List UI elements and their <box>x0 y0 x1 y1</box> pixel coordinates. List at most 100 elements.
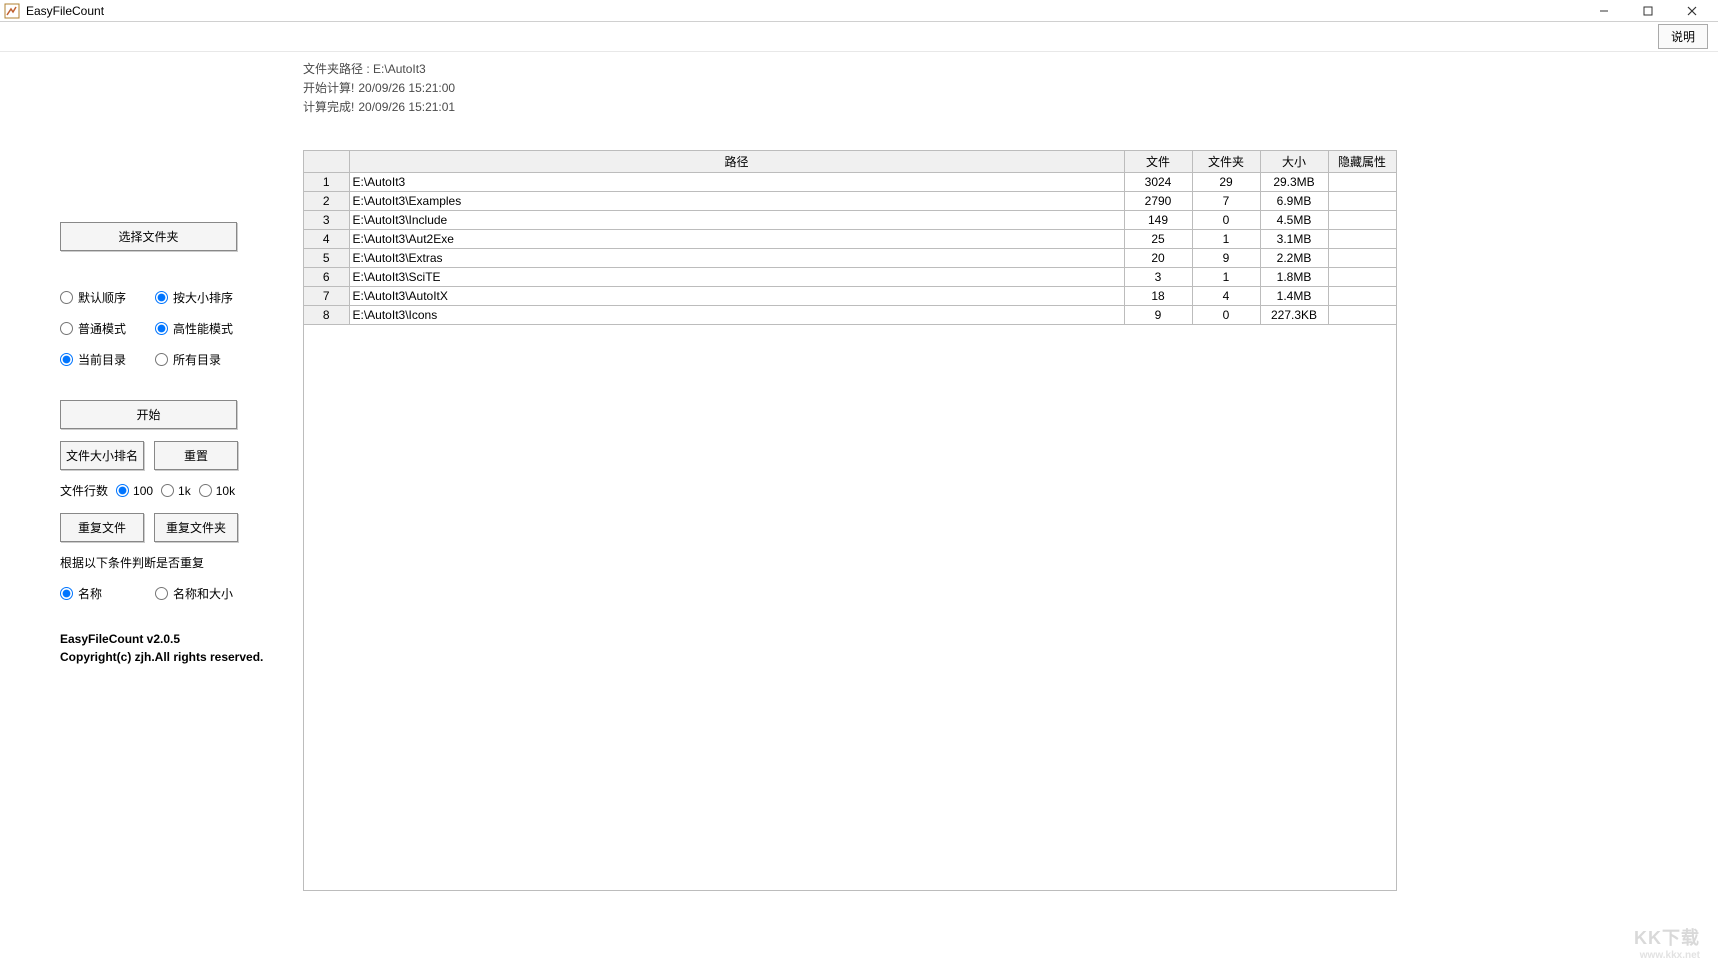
table-row[interactable]: 3E:\AutoIt3\Include14904.5MB <box>304 210 1396 229</box>
minimize-button[interactable] <box>1582 0 1626 22</box>
version-text: EasyFileCount v2.0.5 <box>60 630 279 648</box>
cell-folders: 29 <box>1192 172 1260 191</box>
dup-folder-button[interactable]: 重复文件夹 <box>154 513 238 542</box>
radio-lines-10k[interactable]: 10k <box>199 484 235 498</box>
cell-folders: 0 <box>1192 210 1260 229</box>
calc-start-label: 开始计算! <box>303 81 354 95</box>
cell-size: 29.3MB <box>1260 172 1328 191</box>
radio-high-perf-mode[interactable]: 高性能模式 <box>155 320 250 337</box>
app-icon <box>4 3 20 19</box>
row-number: 7 <box>304 286 349 305</box>
cell-size: 2.2MB <box>1260 248 1328 267</box>
row-number: 1 <box>304 172 349 191</box>
cell-path: E:\AutoIt3 <box>349 172 1124 191</box>
radio-normal-mode-label: 普通模式 <box>78 320 126 337</box>
radio-high-perf-mode-label: 高性能模式 <box>173 320 233 337</box>
cell-size: 6.9MB <box>1260 191 1328 210</box>
radio-current-dir[interactable]: 当前目录 <box>60 351 155 368</box>
cell-size: 227.3KB <box>1260 305 1328 324</box>
cell-path: E:\AutoIt3\SciTE <box>349 267 1124 286</box>
cell-files: 149 <box>1124 210 1192 229</box>
cell-hidden <box>1328 305 1396 324</box>
start-button[interactable]: 开始 <box>60 400 237 429</box>
help-button[interactable]: 说明 <box>1658 24 1708 49</box>
watermark: KK下载 www.kkx.net <box>1634 924 1700 961</box>
row-number: 4 <box>304 229 349 248</box>
file-size-rank-button[interactable]: 文件大小排名 <box>60 441 144 470</box>
table-row[interactable]: 2E:\AutoIt3\Examples279076.9MB <box>304 191 1396 210</box>
cell-hidden <box>1328 210 1396 229</box>
select-folder-button[interactable]: 选择文件夹 <box>60 222 237 251</box>
cell-size: 1.8MB <box>1260 267 1328 286</box>
cell-files: 20 <box>1124 248 1192 267</box>
cell-folders: 4 <box>1192 286 1260 305</box>
cell-path: E:\AutoIt3\Icons <box>349 305 1124 324</box>
col-header-rownum[interactable] <box>304 151 349 173</box>
watermark-main: KK下载 <box>1634 928 1700 948</box>
cell-folders: 1 <box>1192 229 1260 248</box>
dup-file-button[interactable]: 重复文件 <box>60 513 144 542</box>
table-row[interactable]: 4E:\AutoIt3\Aut2Exe2513.1MB <box>304 229 1396 248</box>
radio-all-dirs-label: 所有目录 <box>173 351 221 368</box>
info-lines: 文件夹路径 : E:\AutoIt3 开始计算!20/09/26 15:21:0… <box>303 60 1710 126</box>
radio-dup-name[interactable]: 名称 <box>60 585 155 602</box>
folder-path-value: E:\AutoIt3 <box>373 62 426 76</box>
col-header-path[interactable]: 路径 <box>349 151 1124 173</box>
radio-by-size-order-label: 按大小排序 <box>173 289 233 306</box>
cell-files: 25 <box>1124 229 1192 248</box>
radio-default-order[interactable]: 默认顺序 <box>60 289 155 306</box>
cell-hidden <box>1328 248 1396 267</box>
row-number: 2 <box>304 191 349 210</box>
maximize-button[interactable] <box>1626 0 1670 22</box>
radio-lines-1k[interactable]: 1k <box>161 484 191 498</box>
col-header-hidden[interactable]: 隐藏属性 <box>1328 151 1396 173</box>
table-header-row: 路径 文件 文件夹 大小 隐藏属性 <box>304 151 1396 173</box>
reset-button[interactable]: 重置 <box>154 441 238 470</box>
result-table: 路径 文件 文件夹 大小 隐藏属性 1E:\AutoIt330242929.3M… <box>303 150 1397 891</box>
cell-size: 3.1MB <box>1260 229 1328 248</box>
line-count-label: 文件行数 <box>60 482 108 499</box>
col-header-folders[interactable]: 文件夹 <box>1192 151 1260 173</box>
cell-files: 18 <box>1124 286 1192 305</box>
table-row[interactable]: 8E:\AutoIt3\Icons90227.3KB <box>304 305 1396 324</box>
window-title: EasyFileCount <box>26 4 104 18</box>
col-header-size[interactable]: 大小 <box>1260 151 1328 173</box>
cell-folders: 1 <box>1192 267 1260 286</box>
watermark-sub: www.kkx.net <box>1634 950 1700 961</box>
radio-dup-name-size[interactable]: 名称和大小 <box>155 585 250 602</box>
cell-hidden <box>1328 267 1396 286</box>
table-row[interactable]: 6E:\AutoIt3\SciTE311.8MB <box>304 267 1396 286</box>
dup-criteria-label: 根据以下条件判断是否重复 <box>60 554 279 571</box>
cell-files: 3 <box>1124 267 1192 286</box>
cell-path: E:\AutoIt3\Examples <box>349 191 1124 210</box>
cell-path: E:\AutoIt3\Include <box>349 210 1124 229</box>
cell-size: 1.4MB <box>1260 286 1328 305</box>
cell-files: 9 <box>1124 305 1192 324</box>
table-row[interactable]: 7E:\AutoIt3\AutoItX1841.4MB <box>304 286 1396 305</box>
row-number: 8 <box>304 305 349 324</box>
row-number: 6 <box>304 267 349 286</box>
radio-normal-mode[interactable]: 普通模式 <box>60 320 155 337</box>
sidebar: 选择文件夹 默认顺序 按大小排序 普通模式 高性能模式 当前目录 所有目录 开始… <box>0 52 303 971</box>
cell-path: E:\AutoIt3\Extras <box>349 248 1124 267</box>
cell-hidden <box>1328 286 1396 305</box>
col-header-files[interactable]: 文件 <box>1124 151 1192 173</box>
radio-default-order-label: 默认顺序 <box>78 289 126 306</box>
table-row[interactable]: 1E:\AutoIt330242929.3MB <box>304 172 1396 191</box>
top-toolbar: 说明 <box>0 22 1718 52</box>
radio-lines-100[interactable]: 100 <box>116 484 153 498</box>
cell-files: 3024 <box>1124 172 1192 191</box>
cell-files: 2790 <box>1124 191 1192 210</box>
cell-size: 4.5MB <box>1260 210 1328 229</box>
calc-done-label: 计算完成! <box>303 100 354 114</box>
cell-hidden <box>1328 229 1396 248</box>
radio-by-size-order[interactable]: 按大小排序 <box>155 289 250 306</box>
cell-path: E:\AutoIt3\AutoItX <box>349 286 1124 305</box>
row-number: 5 <box>304 248 349 267</box>
radio-current-dir-label: 当前目录 <box>78 351 126 368</box>
cell-folders: 0 <box>1192 305 1260 324</box>
close-button[interactable] <box>1670 0 1714 22</box>
radio-all-dirs[interactable]: 所有目录 <box>155 351 250 368</box>
cell-hidden <box>1328 191 1396 210</box>
table-row[interactable]: 5E:\AutoIt3\Extras2092.2MB <box>304 248 1396 267</box>
